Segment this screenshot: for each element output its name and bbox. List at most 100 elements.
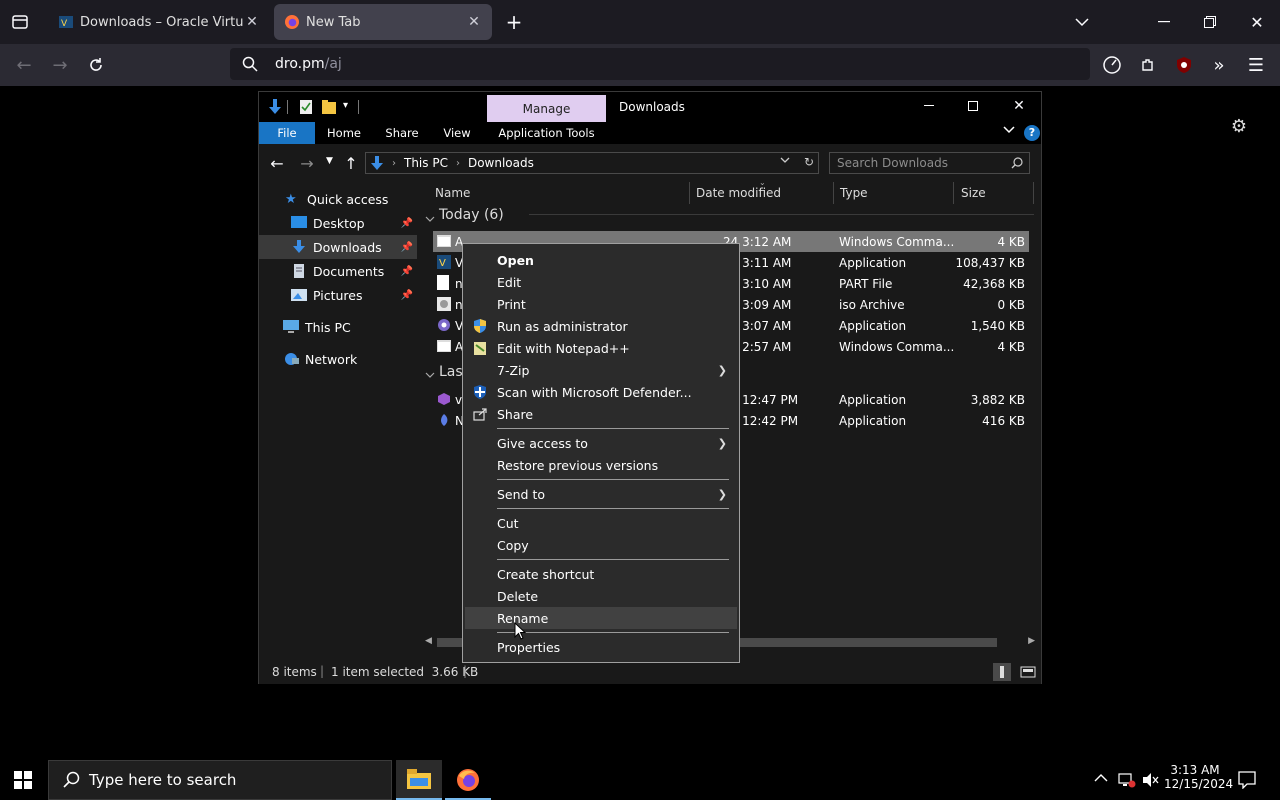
list-tabs-icon[interactable]	[1068, 8, 1096, 36]
search-box[interactable]: Search Downloads	[829, 152, 1030, 174]
file-type: Application	[839, 414, 907, 428]
ribbon-tab-home[interactable]: Home	[319, 122, 369, 144]
collapse-group-icon[interactable]	[425, 368, 435, 382]
menu-item-7zip[interactable]: 7-Zip ❯	[465, 359, 737, 381]
column-divider[interactable]	[953, 182, 954, 204]
nav-label: This PC	[305, 319, 351, 335]
menu-item-create-shortcut[interactable]: Create shortcut	[465, 563, 737, 585]
nav-quick-access[interactable]: ★ Quick access	[259, 187, 417, 211]
tab-virtualbox[interactable]: V Downloads – Oracle VirtualBox ✕	[48, 4, 270, 40]
ribbon-tab-share[interactable]: Share	[377, 122, 427, 144]
nav-downloads[interactable]: Downloads 📌	[259, 235, 417, 259]
up-icon[interactable]: ↑	[337, 149, 365, 177]
column-size[interactable]: Size	[961, 182, 1031, 204]
ribbon-tab-application-tools[interactable]: Application Tools	[487, 122, 606, 144]
taskbar-search[interactable]: Type here to search	[48, 760, 392, 800]
manage-tab[interactable]: Manage	[487, 95, 606, 122]
taskbar-file-explorer[interactable]	[396, 760, 442, 800]
menu-item-print[interactable]: Print	[465, 293, 737, 315]
settings-gear-icon[interactable]: ⚙	[1225, 112, 1253, 140]
restore-icon[interactable]	[1196, 8, 1224, 36]
ribbon-tab-file[interactable]: File	[259, 122, 315, 144]
nav-pictures[interactable]: Pictures 📌	[259, 283, 417, 307]
maximize-icon[interactable]	[959, 92, 987, 120]
notifications-icon[interactable]	[1238, 771, 1256, 792]
windows-start-icon[interactable]	[14, 771, 32, 792]
minimize-icon[interactable]	[1150, 8, 1178, 36]
large-icons-view-icon[interactable]	[1019, 663, 1037, 681]
recent-locations-icon[interactable]: ▼	[326, 156, 333, 166]
reload-icon[interactable]	[82, 51, 110, 79]
close-window-icon[interactable]: ✕	[1243, 8, 1271, 36]
show-hidden-icons[interactable]	[1094, 772, 1108, 786]
properties-icon[interactable]	[299, 99, 313, 115]
tab-overview-icon[interactable]	[6, 8, 34, 36]
nav-desktop[interactable]: Desktop 📌	[259, 211, 417, 235]
sync-icon[interactable]	[1098, 51, 1126, 79]
column-divider[interactable]	[833, 182, 834, 204]
refresh-icon[interactable]: ↻	[804, 155, 814, 169]
menu-item-restore-versions[interactable]: Restore previous versions	[465, 454, 737, 476]
group-today[interactable]: Today (6)	[439, 207, 504, 223]
menu-item-send-to[interactable]: Send to ❯	[465, 483, 737, 505]
help-icon[interactable]: ?	[1024, 125, 1040, 141]
back-icon[interactable]: ←	[10, 51, 38, 79]
network-status-icon[interactable]	[1118, 772, 1136, 791]
taskbar-firefox[interactable]	[445, 760, 491, 800]
column-divider[interactable]	[689, 182, 690, 204]
breadcrumb-this-pc[interactable]: This PC	[404, 156, 448, 170]
new-folder-icon[interactable]	[321, 99, 337, 115]
new-tab-button[interactable]: +	[500, 8, 528, 36]
address-bar[interactable]: › This PC › Downloads ↻	[365, 152, 819, 174]
nav-label: Documents	[313, 263, 385, 279]
menu-icon[interactable]: ☰	[1242, 51, 1270, 79]
close-tab-icon[interactable]: ✕	[466, 14, 482, 30]
menu-item-give-access[interactable]: Give access to ❯	[465, 432, 737, 454]
ublock-icon[interactable]	[1170, 51, 1198, 79]
nav-network[interactable]: Network	[259, 347, 417, 371]
close-tab-icon[interactable]: ✕	[244, 14, 260, 30]
ribbon-tab-view[interactable]: View	[435, 122, 479, 144]
column-divider[interactable]	[1033, 182, 1034, 204]
collapse-group-icon[interactable]	[425, 215, 435, 226]
scroll-right-icon[interactable]: ▶	[1028, 636, 1035, 646]
menu-label: Properties	[497, 639, 561, 655]
address-dropdown-icon[interactable]	[780, 156, 790, 167]
menu-item-properties[interactable]: Properties	[465, 636, 737, 658]
menu-item-notepad-plus[interactable]: Edit with Notepad++	[465, 337, 737, 359]
menu-item-run-as-admin[interactable]: Run as administrator	[465, 315, 737, 337]
column-type[interactable]: Type	[840, 182, 952, 204]
close-icon[interactable]: ✕	[1005, 92, 1033, 120]
menu-item-copy[interactable]: Copy	[465, 534, 737, 556]
menu-item-edit[interactable]: Edit	[465, 271, 737, 293]
computer-icon	[283, 320, 299, 333]
menu-item-rename[interactable]: Rename	[465, 607, 737, 629]
menu-item-defender[interactable]: Scan with Microsoft Defender...	[465, 381, 737, 403]
menu-item-share[interactable]: Share	[465, 403, 737, 425]
customize-qat-icon[interactable]: ▾	[343, 100, 348, 111]
expand-ribbon-icon[interactable]	[1003, 125, 1015, 138]
nav-documents[interactable]: Documents 📌	[259, 259, 417, 283]
taskbar-search-placeholder: Type here to search	[89, 771, 237, 789]
nav-label: Network	[305, 351, 358, 367]
url-bar[interactable]: dro.pm/aj	[230, 48, 1090, 80]
forward-icon[interactable]: →	[46, 51, 74, 79]
extensions-icon[interactable]	[1134, 51, 1162, 79]
volume-muted-icon[interactable]	[1142, 772, 1160, 791]
menu-item-delete[interactable]: Delete	[465, 585, 737, 607]
nav-this-pc[interactable]: This PC	[259, 315, 417, 339]
back-icon[interactable]: ←	[263, 149, 291, 177]
column-name[interactable]: Name	[435, 182, 689, 204]
tab-new-tab[interactable]: New Tab ✕	[274, 4, 492, 40]
clock[interactable]: 3:13 AM 12/15/2024	[1164, 763, 1233, 791]
breadcrumb-downloads[interactable]: Downloads	[468, 156, 534, 170]
menu-item-cut[interactable]: Cut	[465, 512, 737, 534]
nav-label: Downloads	[313, 239, 382, 255]
menu-item-open[interactable]: Open	[465, 249, 737, 271]
forward-icon[interactable]: →	[293, 149, 321, 177]
context-menu: Open Edit Print Run as administrator Edi…	[462, 243, 740, 663]
more-tools-icon[interactable]: »	[1205, 51, 1233, 79]
minimize-icon[interactable]	[915, 92, 943, 120]
details-view-icon[interactable]	[993, 663, 1011, 681]
scroll-left-icon[interactable]: ◀	[425, 636, 432, 646]
